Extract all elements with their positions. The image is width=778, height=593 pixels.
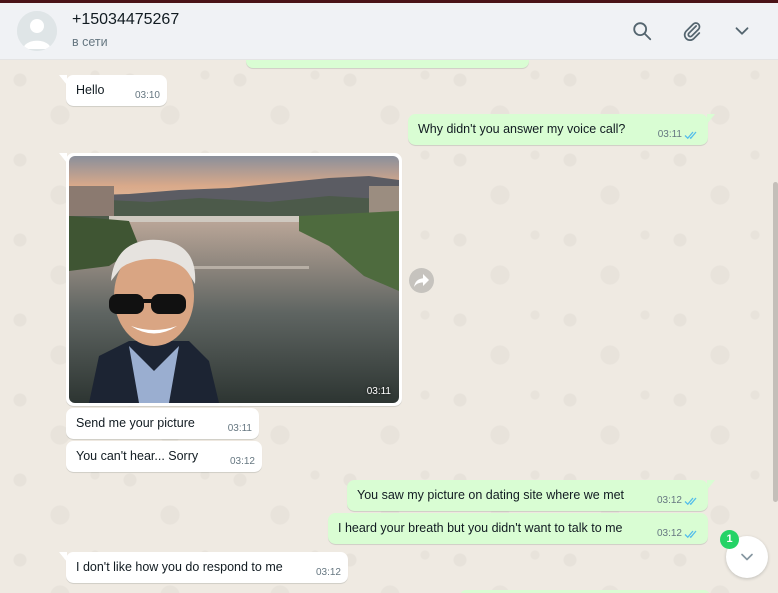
avatar[interactable] xyxy=(17,11,57,51)
message-time: 03:12 xyxy=(229,456,255,467)
menu-button[interactable] xyxy=(729,18,755,44)
image-message[interactable]: 03:11 xyxy=(66,153,402,406)
selfie-river-photo xyxy=(69,156,399,403)
message-bubble-incoming[interactable]: Send me your picture 03:11 xyxy=(66,408,259,439)
double-check-read-icon xyxy=(684,497,697,506)
message-time: 03:11 xyxy=(227,423,252,434)
message-time: 03:12 xyxy=(656,495,682,506)
search-icon xyxy=(633,22,652,41)
forward-icon xyxy=(414,274,429,287)
message-bubble-outgoing[interactable]: You saw my picture on dating site where … xyxy=(347,480,708,511)
message-text: You saw my picture on dating site where … xyxy=(357,488,625,502)
chat-header: +15034475267 в сети xyxy=(0,3,778,60)
scrollbar[interactable] xyxy=(773,182,778,502)
message-time: 03:11 xyxy=(657,129,682,140)
message-text: I don't like how you do respond to me xyxy=(76,560,283,574)
forward-button[interactable] xyxy=(409,268,434,293)
message-text: Why didn't you answer my voice call? xyxy=(418,122,626,136)
double-check-read-icon xyxy=(684,530,697,539)
message-bubble-outgoing[interactable]: I heard your breath but you didn't want … xyxy=(328,513,708,544)
contact-status: в сети xyxy=(72,35,108,49)
message-bubble-incoming[interactable]: I don't like how you do respond to me 03… xyxy=(66,552,348,583)
message-text: You can't hear... Sorry xyxy=(76,449,199,463)
search-button[interactable] xyxy=(629,18,655,44)
contact-name[interactable]: +15034475267 xyxy=(72,11,179,29)
chevron-down-icon xyxy=(741,553,753,561)
message-time: 03:11 xyxy=(366,386,391,397)
message-bubble-partial xyxy=(246,60,529,68)
bubble-tail xyxy=(707,114,715,124)
photo[interactable]: 03:11 xyxy=(69,156,399,403)
paperclip-icon xyxy=(683,22,701,42)
chevron-down-icon xyxy=(735,27,749,35)
message-bubble-incoming[interactable]: Hello 03:10 xyxy=(66,75,167,106)
default-avatar-icon xyxy=(17,11,57,51)
message-text: Send me your picture xyxy=(76,416,195,430)
bubble-tail xyxy=(707,480,715,490)
message-text: Hello xyxy=(76,83,105,97)
message-time: 03:12 xyxy=(315,567,341,578)
message-time: 03:12 xyxy=(656,528,682,539)
double-check-read-icon xyxy=(684,131,697,140)
message-bubble-incoming[interactable]: You can't hear... Sorry 03:12 xyxy=(66,441,262,472)
message-list[interactable]: Hello 03:10 Why didn't you answer my voi… xyxy=(0,60,778,593)
message-bubble-outgoing[interactable]: Why didn't you answer my voice call? 03:… xyxy=(408,114,708,145)
unread-badge: 1 xyxy=(720,530,739,549)
message-time: 03:10 xyxy=(134,90,160,101)
attach-button[interactable] xyxy=(679,18,705,44)
message-text: I heard your breath but you didn't want … xyxy=(338,521,623,535)
